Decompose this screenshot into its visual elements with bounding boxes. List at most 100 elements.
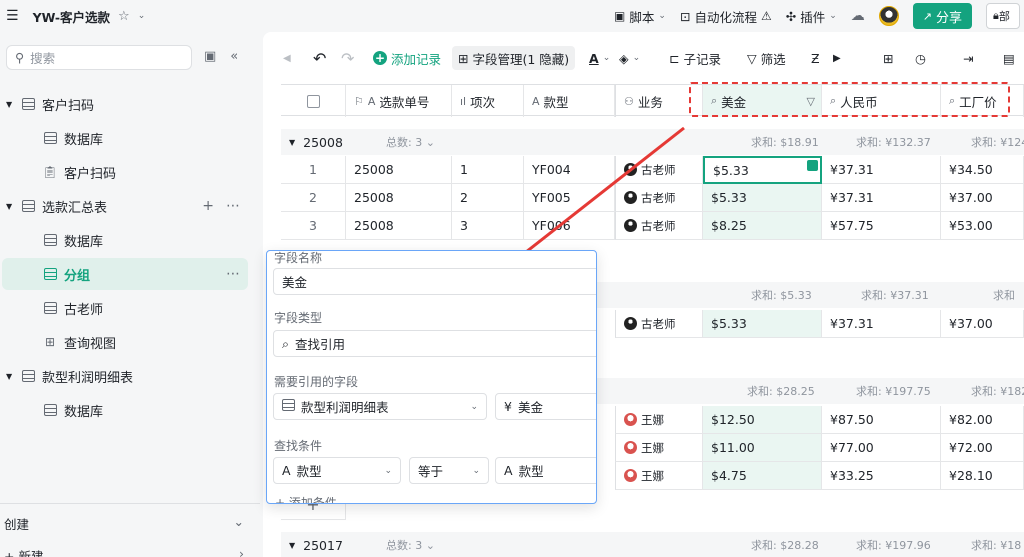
sidebar-item-database[interactable]: 数据库	[2, 394, 248, 426]
caret-down-icon[interactable]: ▼	[6, 100, 20, 109]
panel-icon[interactable]: ▣	[204, 49, 216, 64]
sidebar-item-database[interactable]: 数据库	[2, 224, 248, 256]
cell-usd[interactable]: $5.33	[703, 310, 822, 338]
group-sum-usd[interactable]: 求和: $28.25	[747, 383, 815, 399]
cell-rmb[interactable]: ¥37.31	[822, 156, 941, 184]
cell-item[interactable]: 2	[452, 184, 524, 212]
hamburger-icon[interactable]: ☰	[6, 8, 19, 24]
column-order-no[interactable]: ⚐ A 选款单号	[346, 85, 452, 117]
create-section[interactable]: 创建 ⌄	[4, 514, 244, 533]
share-button[interactable]: ↗ 分享	[912, 3, 972, 29]
cell-order-no[interactable]: 25008	[346, 212, 452, 240]
group-header[interactable]: ▼ 25008 总数: 3 ⌄ 求和: $18.91 求和: ¥132.37 求和…	[281, 129, 1024, 155]
cell-rmb[interactable]: ¥87.50	[822, 406, 941, 434]
cell-usd[interactable]: $11.00	[703, 434, 822, 462]
cell-owner[interactable]: 古老师	[615, 212, 703, 240]
sidebar-item-teacher-gu[interactable]: 古老师	[2, 292, 248, 324]
sidebar-item-group[interactable]: 分组 ⋯	[2, 258, 248, 290]
sidebar-item-selection-summary[interactable]: ▼ 选款汇总表 + ⋯	[2, 190, 248, 222]
table-row[interactable]: 2 25008 2 YF005 古老师 $5.33 ¥37.31 ¥37.00	[281, 184, 1024, 212]
condition-left-select[interactable]: A 款型 ⌄	[273, 457, 401, 484]
cell-usd[interactable]: $5.33	[703, 184, 822, 212]
caret-down-icon[interactable]: ▼	[289, 541, 295, 550]
cell-factory[interactable]: ¥28.10	[941, 462, 1024, 490]
star-icon[interactable]: ☆	[118, 9, 130, 24]
history-icon[interactable]: ◷	[915, 46, 926, 70]
group-sum-rmb[interactable]: 求和: ¥197.75	[856, 383, 931, 399]
select-all-checkbox[interactable]	[281, 85, 346, 117]
cell-item[interactable]: 3	[452, 212, 524, 240]
cell-owner[interactable]: 王娜	[615, 406, 703, 434]
user-avatar[interactable]	[878, 6, 899, 26]
view-config-icon[interactable]: ⊞	[883, 46, 893, 70]
cell-usd[interactable]: $4.75	[703, 462, 822, 490]
filter-button[interactable]: ▽ 筛选	[747, 46, 786, 70]
cell-owner[interactable]: 王娜	[615, 462, 703, 490]
chevron-down-icon[interactable]: ⌄	[138, 11, 146, 21]
cell-owner[interactable]: 古老师	[615, 156, 703, 184]
expand-icon[interactable]	[807, 160, 818, 171]
add-icon[interactable]: +	[202, 198, 214, 214]
group-sum-factory[interactable]: 求和	[993, 287, 1015, 303]
sub-record-button[interactable]: ⊏ 子记录	[669, 46, 721, 70]
undo-icon[interactable]: ↶	[313, 46, 326, 70]
cell-usd[interactable]: $5.33	[703, 156, 822, 184]
cell-style[interactable]: YF004	[524, 156, 615, 184]
group-sum-rmb[interactable]: 求和: ¥37.31	[861, 287, 929, 303]
sidebar-item-database[interactable]: 数据库	[2, 122, 248, 154]
cell-order-no[interactable]: 25008	[346, 184, 452, 212]
add-condition-button[interactable]: + 添加条件	[275, 494, 337, 503]
cell-style[interactable]: YF006	[524, 212, 615, 240]
cell-factory[interactable]: ¥34.50	[941, 156, 1024, 184]
sidebar-item-query-view[interactable]: ⊞ 查询视图	[2, 326, 248, 358]
cell-factory[interactable]: ¥37.00	[941, 184, 1024, 212]
group-sum-usd[interactable]: 求和: $5.33	[751, 287, 812, 303]
more-icon[interactable]: ⋯	[226, 198, 240, 214]
search-input[interactable]: ⚲ 搜索	[6, 45, 192, 70]
collapse-sidebar-icon[interactable]: «	[230, 49, 238, 64]
cell-factory[interactable]: ¥72.00	[941, 434, 1024, 462]
cloud-sync-icon[interactable]: ☁	[851, 8, 865, 24]
ref-table-select[interactable]: 款型利润明细表 ⌄	[273, 393, 487, 420]
cell-order-no[interactable]: 25008	[346, 156, 452, 184]
cell-rmb[interactable]: ¥37.31	[822, 310, 941, 338]
group-sum-usd[interactable]: 求和: $18.91	[751, 134, 819, 150]
group-sum-factory[interactable]: 求和: ¥18	[971, 537, 1021, 553]
table-row[interactable]: 3 25008 3 YF006 古老师 $8.25 ¥57.75 ¥53.00	[281, 212, 1024, 240]
field-type-select[interactable]: ⌕ 查找引用	[273, 330, 596, 357]
cell-style[interactable]: YF005	[524, 184, 615, 212]
sort-icon[interactable]: Ƶ	[811, 46, 820, 70]
doc-title[interactable]: YW-客户选款	[33, 7, 110, 26]
caret-down-icon[interactable]: ▼	[6, 372, 20, 381]
group-sum-usd[interactable]: 求和: $28.28	[751, 537, 819, 553]
arrow-left-icon[interactable]: ◀	[283, 46, 291, 70]
redo-icon[interactable]: ↷	[341, 46, 354, 70]
cell-rmb[interactable]: ¥77.00	[822, 434, 941, 462]
cell-factory[interactable]: ¥37.00	[941, 310, 1024, 338]
group-sum-rmb[interactable]: 求和: ¥132.37	[856, 134, 931, 150]
cell-item[interactable]: 1	[452, 156, 524, 184]
column-style[interactable]: A 款型	[524, 85, 615, 117]
column-item[interactable]: ıl 项次	[452, 85, 524, 117]
export-icon[interactable]: ⇥	[963, 46, 973, 70]
field-name-input[interactable]: 美金	[273, 268, 596, 295]
ref-field-select[interactable]: ¥ 美金	[495, 393, 596, 420]
group-header[interactable]: ▼ 25017 总数: 3 ⌄ 求和: $28.28 求和: ¥197.96 求和…	[281, 532, 1024, 557]
text-color-button[interactable]: A ⌄	[589, 46, 610, 70]
automation-menu[interactable]: ⊡ 自动化流程 ⚠	[680, 7, 772, 26]
cell-rmb[interactable]: ¥37.31	[822, 184, 941, 212]
fill-color-button[interactable]: ◈ ⌄	[619, 46, 640, 70]
condition-operator-select[interactable]: 等于 ⌄	[409, 457, 489, 484]
cell-owner[interactable]: 古老师	[615, 184, 703, 212]
clipboard-icon[interactable]: ▤	[1003, 46, 1015, 70]
cell-usd[interactable]: $8.25	[703, 212, 822, 240]
cell-owner[interactable]: 古老师	[615, 310, 703, 338]
condition-right-select[interactable]: A 款型	[495, 457, 596, 484]
more-icon[interactable]: ⋯	[226, 266, 240, 282]
field-manage-button[interactable]: ⊞ 字段管理(1 隐藏)	[452, 46, 576, 70]
cell-usd[interactable]: $12.50	[703, 406, 822, 434]
group-sum-factory[interactable]: 求和: ¥124	[971, 134, 1024, 150]
sidebar-item-scan-form[interactable]: 📋︎ 客户扫码	[2, 156, 248, 188]
cell-rmb[interactable]: ¥57.75	[822, 212, 941, 240]
cell-owner[interactable]: 王娜	[615, 434, 703, 462]
